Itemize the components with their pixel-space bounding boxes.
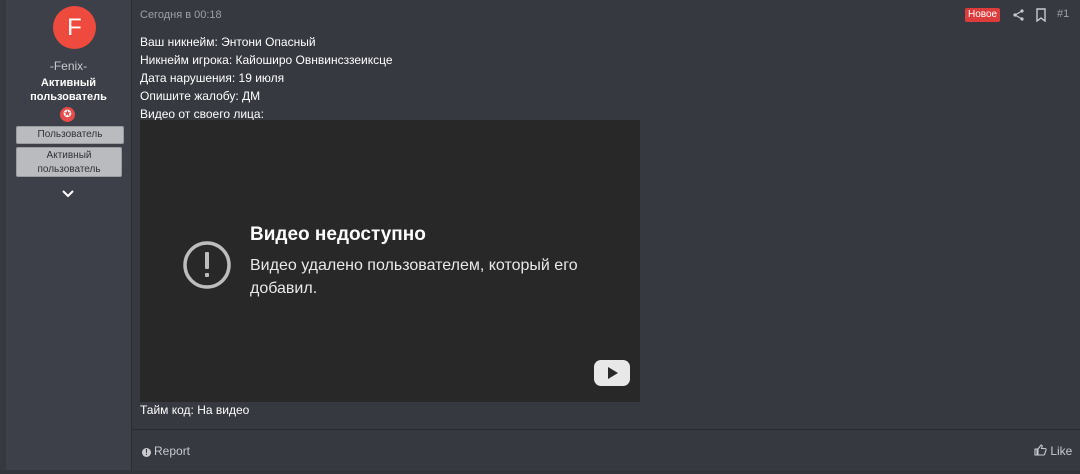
post-line: Дата нарушения: 19 июля — [140, 71, 285, 85]
bookmark-icon[interactable] — [1034, 8, 1048, 23]
user-banner-user: Пользователь — [16, 126, 124, 144]
user-banner-active-line1: Активный — [46, 150, 92, 161]
user-title-line1: Активный — [40, 77, 97, 89]
like-label: Like — [1050, 444, 1073, 458]
post-body: Ваш никнейм: Энтони Опасный Никнейм игро… — [140, 33, 393, 123]
post-line: Опишите жалобу: ДМ — [140, 89, 261, 103]
user-title: Активный пользователь — [6, 76, 131, 104]
post-line: Ваш никнейм: Энтони Опасный — [140, 35, 316, 49]
video-embed[interactable]: Видео недоступно Видео удалено пользоват… — [140, 120, 640, 402]
user-banner-active: Активный пользователь — [16, 147, 122, 177]
user-badge-icon[interactable]: ✪ — [60, 107, 75, 122]
avatar[interactable]: F — [53, 6, 96, 49]
video-unavailable-title: Видео недоступно — [250, 224, 426, 245]
user-banner-active-line2: пользователь — [37, 164, 101, 175]
thumbs-up-icon — [1034, 444, 1050, 458]
report-label: Report — [154, 444, 191, 458]
username[interactable]: -Fenix- — [6, 59, 131, 73]
user-sidebar: F -Fenix- Активный пользователь ✪ Пользо… — [6, 0, 132, 470]
timecode-line: Тайм код: На видео — [140, 403, 250, 417]
youtube-play-icon[interactable] — [594, 360, 630, 386]
alert-icon — [182, 240, 232, 290]
footer-divider — [132, 429, 1080, 430]
report-icon: ! — [142, 448, 151, 457]
user-title-line2: пользователь — [30, 91, 107, 103]
chevron-down-icon[interactable] — [60, 186, 76, 202]
post-main: Сегодня в 00:18 Новое #1 Ваш никнейм: Эн… — [132, 0, 1080, 470]
post-line: Никнейм игрока: Кайоширо Овнвинсззеиксце — [140, 53, 393, 67]
video-unavailable-message: Видео удалено пользователем, который его… — [250, 257, 578, 297]
share-icon[interactable] — [1012, 8, 1026, 22]
post-number[interactable]: #1 — [1057, 8, 1069, 20]
report-button[interactable]: ! Report — [142, 444, 190, 458]
like-button[interactable]: Like — [1034, 444, 1072, 458]
forum-post: F -Fenix- Активный пользователь ✪ Пользо… — [0, 0, 1080, 470]
new-badge: Новое — [965, 8, 1001, 22]
post-date[interactable]: Сегодня в 00:18 — [140, 9, 222, 21]
